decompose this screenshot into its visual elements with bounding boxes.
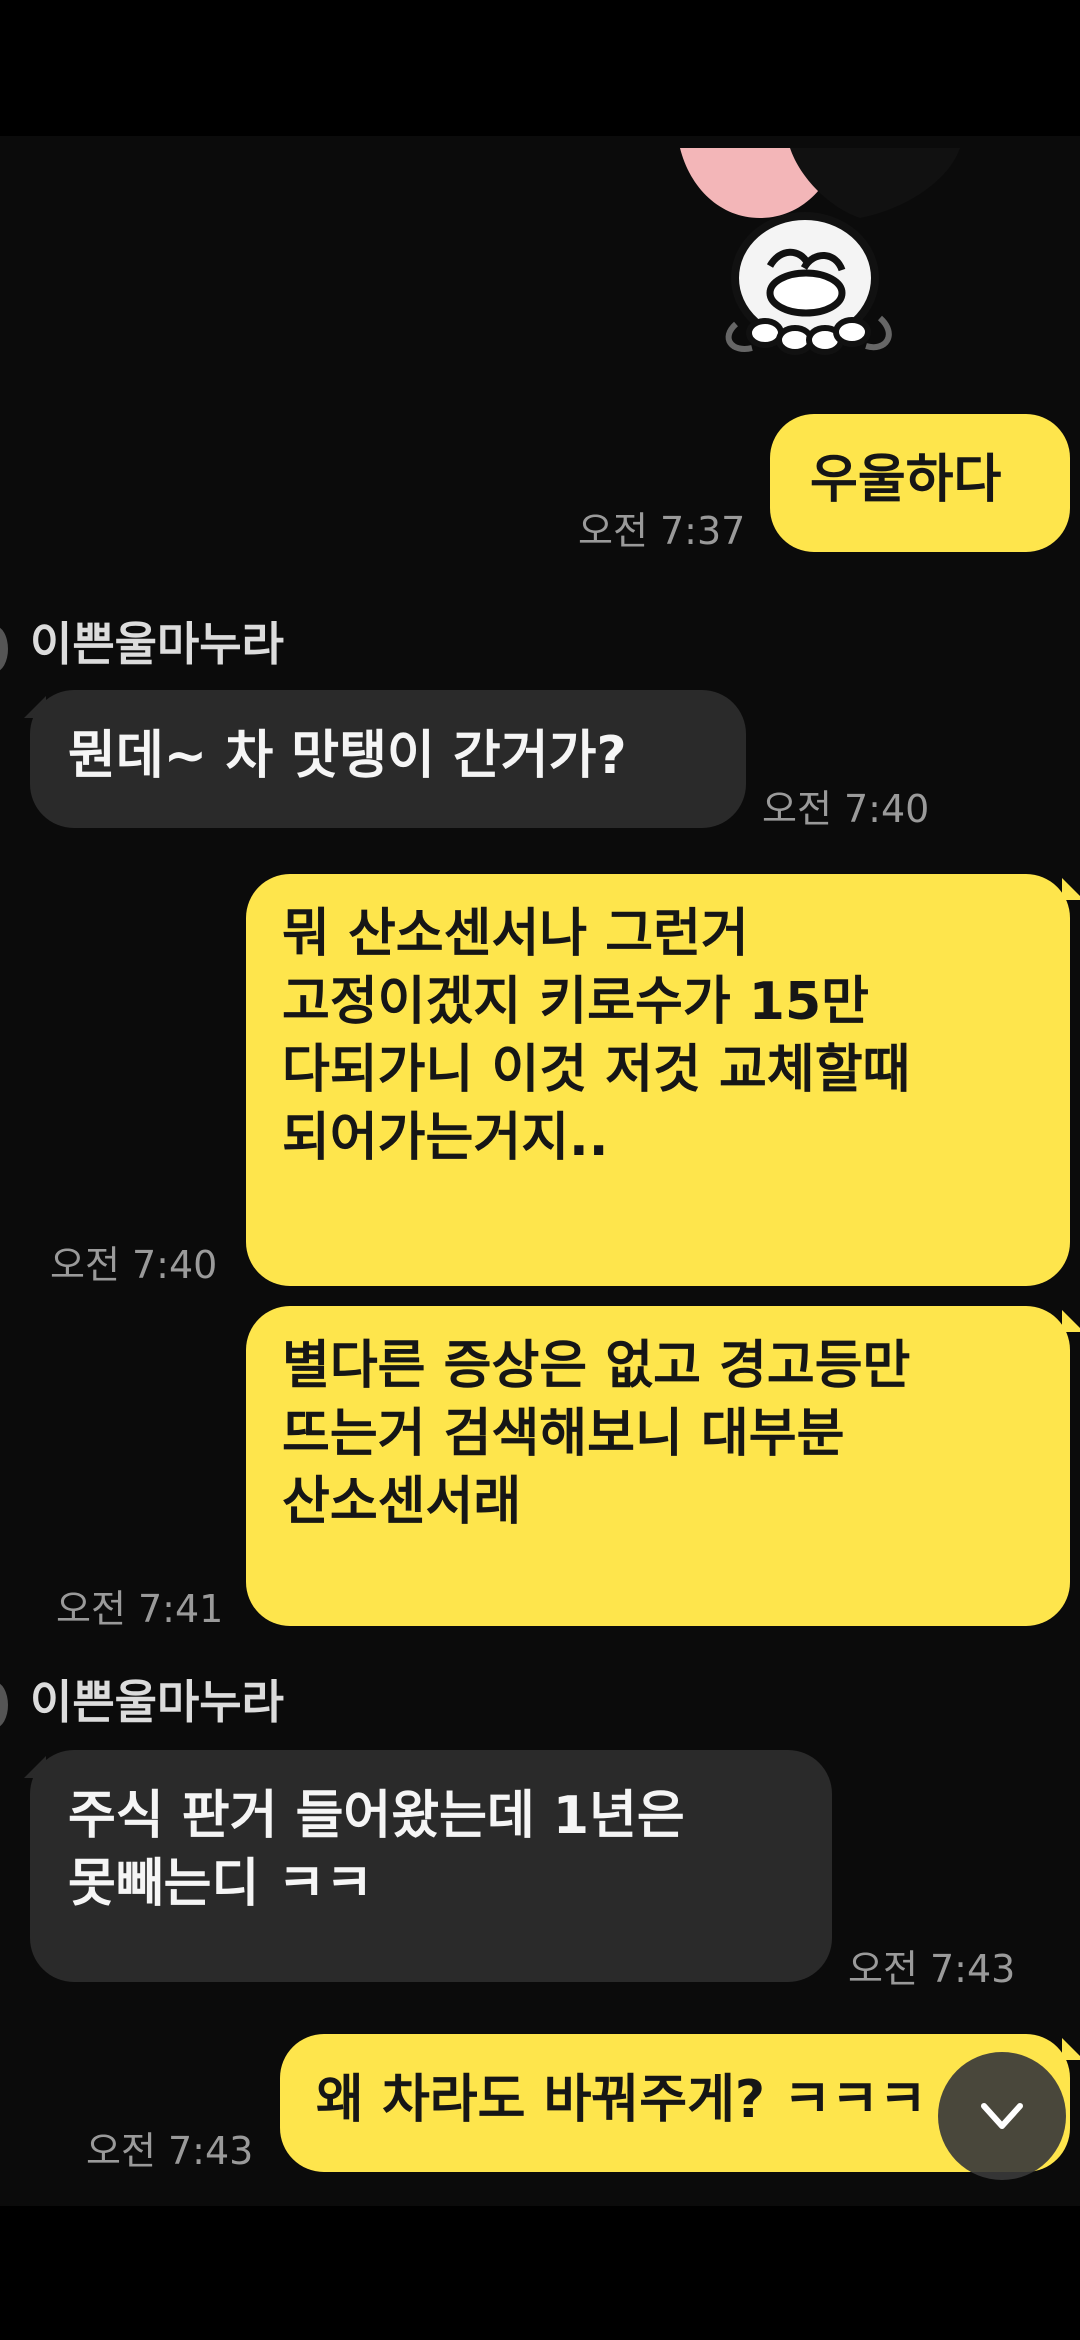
message-bubble-sent[interactable]: 우울하다 [770,414,1070,552]
chevron-down-icon [981,2103,1023,2129]
bubble-tail [1062,1310,1080,1332]
message-time: 오전 7:41 [56,1587,224,1631]
message-time: 오전 7:40 [50,1243,218,1287]
message-bubble-sent[interactable]: 뭐 산소센서나 그런거 고정이겠지 키로수가 15만 다되가니 이것 저것 교체… [246,874,1070,1286]
scroll-to-bottom-button[interactable] [938,2052,1066,2180]
message-time: 오전 7:43 [86,2129,254,2173]
avatar[interactable] [0,626,8,672]
sender-name[interactable]: 이쁜울마누라 [30,1666,284,1732]
message-bubble-sent[interactable]: 별다른 증상은 없고 경고등만 뜨는거 검색해보니 대부분 산소센서래 [246,1306,1070,1626]
avatar[interactable] [0,1682,8,1728]
bubble-tail [1062,878,1080,900]
chat-area[interactable]: 우울하다 오전 7:37 이쁜울마누라 뭔데~ 차 맛탱이 간거가? 오전 7:… [0,136,1080,2206]
message-time: 오전 7:43 [848,1947,1016,1991]
bubble-tail [1062,2038,1080,2060]
crying-character-sticker-icon [680,148,960,355]
sender-name[interactable]: 이쁜울마누라 [30,608,284,674]
message-bubble-received[interactable]: 뭔데~ 차 맛탱이 간거가? [30,690,746,828]
sticker-image[interactable] [680,148,960,358]
message-time: 오전 7:40 [762,787,930,831]
message-bubble-received[interactable]: 주식 판거 들어왔는데 1년은 못빼는디 ㅋㅋ [30,1750,832,1982]
message-time: 오전 7:37 [578,509,746,553]
